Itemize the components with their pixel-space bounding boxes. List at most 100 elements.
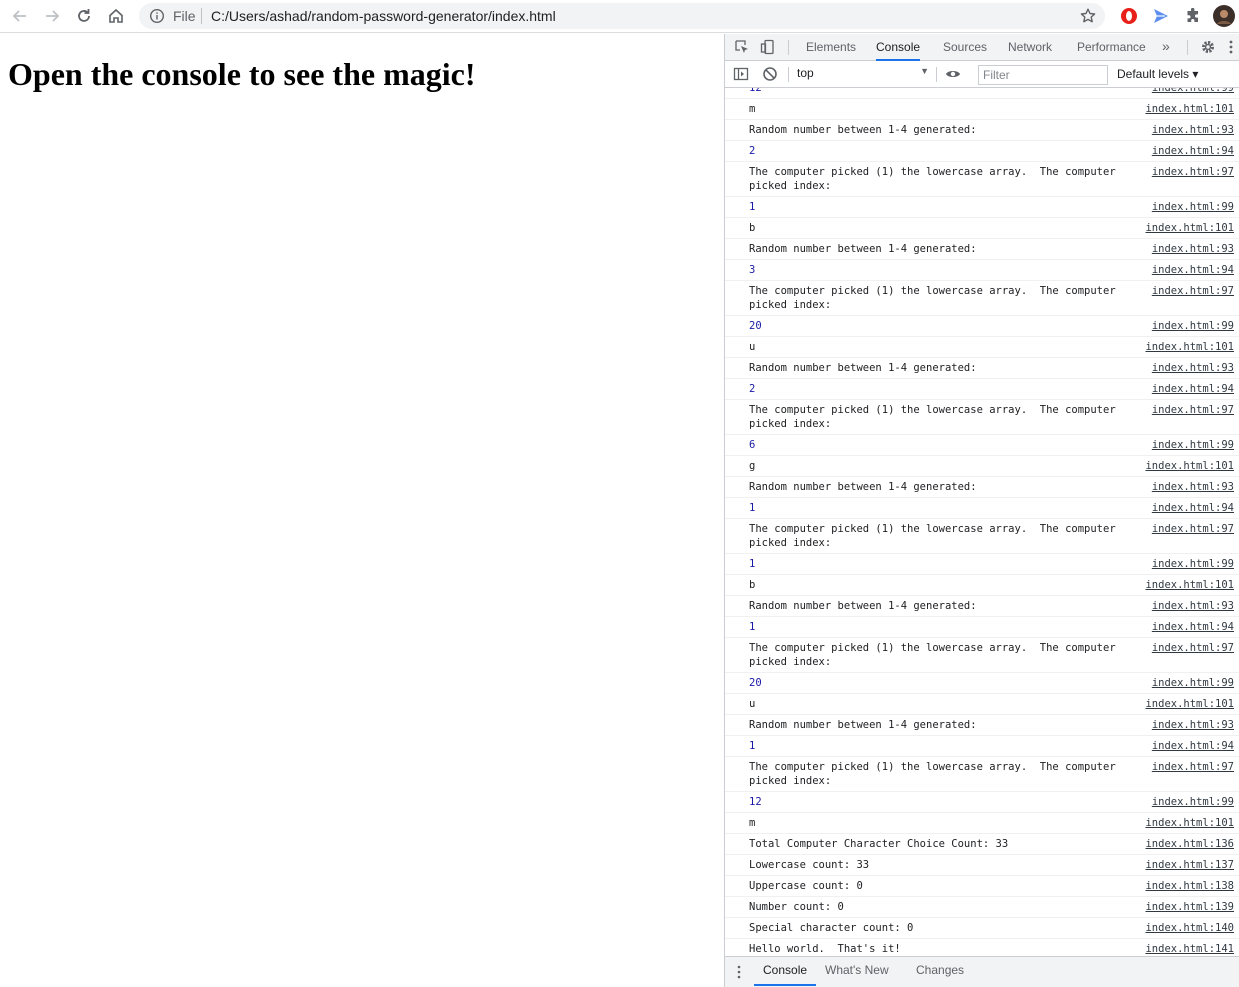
source-link[interactable]: index.html:99 [1152, 88, 1234, 95]
console-message-text: m [749, 817, 756, 829]
console-message-row: Random number between 1-4 generated: inde… [725, 120, 1239, 141]
source-link[interactable]: index.html:97 [1152, 641, 1234, 655]
tab-sources[interactable]: Sources [943, 34, 987, 61]
filterbar-divider [936, 67, 937, 82]
tab-elements[interactable]: Elements [806, 34, 856, 61]
console-output[interactable]: 12 index.html:99 m index.html:101 Random num… [725, 88, 1239, 956]
source-link[interactable]: index.html:97 [1152, 522, 1234, 536]
source-link[interactable]: index.html:93 [1152, 480, 1234, 494]
eye-icon[interactable] [945, 66, 961, 82]
source-link[interactable]: index.html:94 [1152, 501, 1234, 515]
tabbar-divider [788, 40, 789, 55]
console-message-row: The computer picked (1) the lowercase ar… [725, 281, 1239, 316]
device-toolbar-icon[interactable] [760, 39, 776, 55]
source-link[interactable]: index.html:97 [1152, 165, 1234, 179]
console-number-value: 20 [749, 320, 762, 332]
source-link[interactable]: index.html:140 [1145, 921, 1234, 935]
source-link[interactable]: index.html:99 [1152, 319, 1234, 333]
drawer-tab-console[interactable]: Console [754, 957, 817, 986]
source-link[interactable]: index.html:101 [1145, 578, 1234, 592]
profile-avatar[interactable] [1213, 5, 1235, 27]
source-link[interactable]: index.html:93 [1152, 361, 1234, 375]
source-link[interactable]: index.html:101 [1145, 340, 1234, 354]
home-icon [109, 8, 123, 23]
context-select[interactable]: top ▼ [797, 66, 929, 83]
page-heading: Open the console to see the magic! [8, 56, 476, 92]
source-link[interactable]: index.html:138 [1145, 879, 1234, 893]
browser-toolbar: File C:/Users/ashad/random-password-gene… [0, 0, 1239, 33]
more-tabs-button[interactable]: » [1162, 34, 1170, 61]
reload-icon [78, 9, 90, 22]
source-link[interactable]: index.html:99 [1152, 438, 1234, 452]
source-link[interactable]: index.html:94 [1152, 144, 1234, 158]
console-message-row: Special character count: 0 index.html:140 [725, 918, 1239, 939]
source-link[interactable]: index.html:94 [1152, 620, 1234, 634]
send-arrow-icon [1154, 9, 1168, 23]
drawer-tab-changes[interactable]: Changes [916, 957, 964, 986]
source-link[interactable]: index.html:97 [1152, 403, 1234, 417]
source-link[interactable]: index.html:97 [1152, 284, 1234, 298]
source-link[interactable]: index.html:93 [1152, 123, 1234, 137]
source-link[interactable]: index.html:97 [1152, 760, 1234, 774]
console-message-text: The computer picked (1) the lowercase ar… [749, 523, 1122, 549]
devtools-drawer: Console What's New Changes [725, 956, 1239, 987]
source-link[interactable]: index.html:99 [1152, 200, 1234, 214]
console-message-row: The computer picked (1) the lowercase ar… [725, 757, 1239, 792]
back-button[interactable] [8, 4, 32, 28]
console-message-row: Lowercase count: 33 index.html:137 [725, 855, 1239, 876]
console-number-value: 6 [749, 439, 756, 451]
console-message-row: Hello world. That's it! index.html:141 [725, 939, 1239, 956]
opera-extension-button[interactable] [1118, 5, 1140, 27]
source-link[interactable]: index.html:139 [1145, 900, 1234, 914]
sidebar-toggle-icon[interactable] [733, 66, 749, 82]
bookmark-star-icon[interactable] [1079, 7, 1097, 25]
source-link[interactable]: index.html:99 [1152, 676, 1234, 690]
inspect-element-icon[interactable] [734, 39, 750, 55]
home-button[interactable] [104, 4, 128, 28]
forward-button[interactable] [40, 4, 64, 28]
source-link[interactable]: index.html:94 [1152, 739, 1234, 753]
source-link[interactable]: index.html:136 [1145, 837, 1234, 851]
send-extension-button[interactable] [1150, 5, 1172, 27]
source-link[interactable]: index.html:101 [1145, 816, 1234, 830]
console-message-text: The computer picked (1) the lowercase ar… [749, 166, 1122, 192]
clear-console-icon[interactable] [762, 66, 778, 82]
console-message-row: g index.html:101 [725, 456, 1239, 477]
source-link[interactable]: index.html:101 [1145, 459, 1234, 473]
source-link[interactable]: index.html:101 [1145, 697, 1234, 711]
log-levels-dropdown[interactable]: Default levels ▾ [1117, 67, 1198, 81]
source-link[interactable]: index.html:94 [1152, 263, 1234, 277]
console-log-viewport: 12 index.html:99 m index.html:101 Random num… [725, 88, 1239, 956]
tab-performance[interactable]: Performance [1077, 34, 1146, 61]
source-link[interactable]: index.html:141 [1145, 942, 1234, 956]
source-link[interactable]: index.html:94 [1152, 382, 1234, 396]
console-message-row: The computer picked (1) the lowercase ar… [725, 638, 1239, 673]
info-icon[interactable] [149, 8, 165, 24]
source-link[interactable]: index.html:93 [1152, 242, 1234, 256]
source-link[interactable]: index.html:99 [1152, 557, 1234, 571]
tab-console[interactable]: Console [876, 34, 921, 61]
source-link[interactable]: index.html:101 [1145, 102, 1234, 116]
console-number-value: 20 [749, 677, 762, 689]
reload-button[interactable] [72, 4, 96, 28]
address-bar[interactable]: File C:/Users/ashad/random-password-gene… [139, 3, 1105, 29]
console-message-row: Uppercase count: 0 index.html:138 [725, 876, 1239, 897]
extensions-button[interactable] [1182, 5, 1204, 27]
tab-network[interactable]: Network [1008, 34, 1052, 61]
console-message-row: Random number between 1-4 generated: inde… [725, 239, 1239, 260]
source-link[interactable]: index.html:101 [1145, 221, 1234, 235]
drawer-menu-icon[interactable] [737, 965, 741, 979]
source-link[interactable]: index.html:99 [1152, 795, 1234, 809]
filter-input[interactable] [978, 65, 1108, 85]
console-message-text: The computer picked (1) the lowercase ar… [749, 642, 1122, 668]
source-link[interactable]: index.html:137 [1145, 858, 1234, 872]
drawer-tab-whats-new[interactable]: What's New [825, 957, 889, 986]
more-options-icon[interactable] [1226, 39, 1236, 55]
console-message-text: Special character count: 0 [749, 922, 914, 934]
console-log-list: 12 index.html:99 m index.html:101 Random num… [725, 88, 1239, 956]
console-message-text: Random number between 1-4 generated: [749, 481, 977, 493]
source-link[interactable]: index.html:93 [1152, 599, 1234, 613]
settings-gear-icon[interactable] [1200, 39, 1216, 55]
source-link[interactable]: index.html:93 [1152, 718, 1234, 732]
url-text[interactable]: C:/Users/ashad/random-password-generator… [211, 8, 556, 24]
